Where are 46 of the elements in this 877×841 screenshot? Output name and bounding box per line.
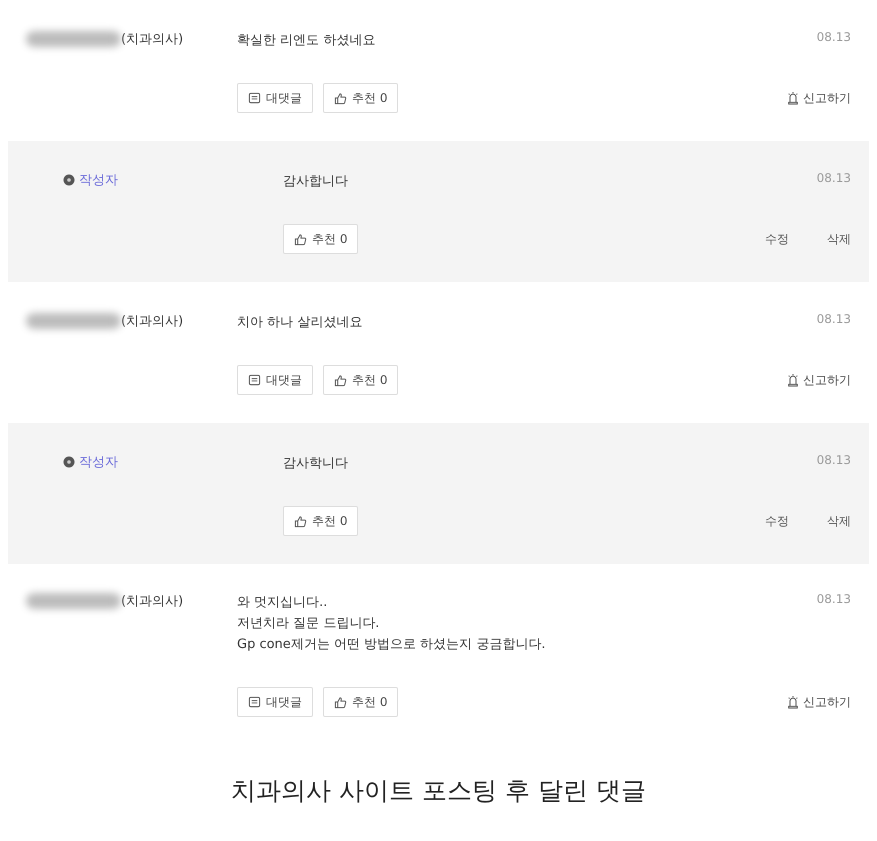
report-link[interactable]: 신고하기 (787, 83, 851, 113)
like-button[interactable]: 추천 0 (283, 224, 358, 254)
thumbs-up-icon (294, 514, 307, 528)
reply-button[interactable]: 대댓글 (237, 365, 313, 395)
comment-date: 08.13 (816, 592, 851, 606)
comment-date: 08.13 (816, 30, 851, 44)
comment-text: 확실한 리엔도 하셨네요 (237, 32, 376, 50)
siren-icon (787, 695, 799, 709)
comment-text: 치아 하나 살리셨네요 (237, 314, 364, 332)
report-link[interactable]: 신고하기 (787, 687, 851, 717)
author-role: (치과의사) (121, 313, 184, 330)
level-badge-icon (63, 174, 75, 186)
comment-icon (248, 374, 261, 386)
report-link[interactable]: 신고하기 (787, 365, 851, 395)
reply-button[interactable]: 대댓글 (237, 83, 313, 113)
thumbs-up-icon (294, 232, 307, 246)
comment-icon (248, 696, 261, 708)
thumbs-up-icon (334, 374, 347, 386)
like-button[interactable]: 추천 0 (323, 83, 398, 113)
reply-text: 감사합니다 (283, 173, 349, 191)
comment-date: 08.13 (816, 312, 851, 326)
reply-date: 08.13 (816, 453, 851, 467)
level-badge-icon (63, 456, 75, 468)
author-role: (치과의사) (121, 31, 184, 48)
reply-date: 08.13 (816, 171, 851, 185)
reply-text: 감사학니다 (283, 455, 349, 473)
delete-link[interactable]: 삭제 (827, 512, 851, 530)
edit-link[interactable]: 수정 (765, 230, 789, 248)
comment-text: 와 멋지십니다.. (237, 594, 328, 612)
siren-icon (787, 91, 799, 105)
author-name: 작성자 (79, 454, 118, 471)
like-button[interactable]: 추천 0 (323, 365, 398, 395)
comment-text: 저년치라 질문 드립니다. (237, 615, 380, 633)
image-caption: 치과의사 사이트 포스팅 후 달린 댓글 (230, 775, 647, 807)
siren-icon (787, 373, 799, 387)
comment-text: Gp cone제거는 어떤 방법으로 하셨는지 궁금합니다. (237, 636, 546, 654)
thumbs-up-icon (334, 696, 347, 708)
author-name: 작성자 (79, 172, 118, 189)
author-role: (치과의사) (121, 593, 184, 610)
edit-link[interactable]: 수정 (765, 512, 789, 530)
like-button[interactable]: 추천 0 (283, 506, 358, 536)
comment-icon (248, 92, 261, 104)
thumbs-up-icon (334, 92, 347, 104)
reply-button[interactable]: 대댓글 (237, 687, 313, 717)
delete-link[interactable]: 삭제 (827, 230, 851, 248)
like-button[interactable]: 추천 0 (323, 687, 398, 717)
